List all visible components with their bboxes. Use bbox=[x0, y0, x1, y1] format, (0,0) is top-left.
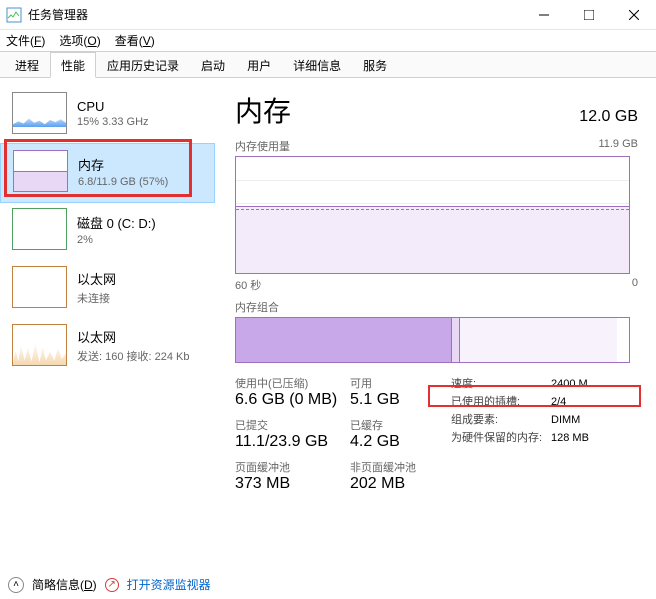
cpu-thumb-icon bbox=[12, 92, 67, 134]
speed-value: 2400 M… bbox=[551, 375, 599, 393]
memory-composition-chart[interactable] bbox=[235, 317, 630, 363]
sidebar-item-disk0[interactable]: 磁盘 0 (C: D:)2% bbox=[0, 202, 215, 260]
window-title: 任务管理器 bbox=[28, 6, 521, 23]
tab-users[interactable]: 用户 bbox=[236, 52, 282, 77]
tab-processes[interactable]: 进程 bbox=[4, 52, 50, 77]
sidebar: CPU15% 3.33 GHz 内存6.8/11.9 GB (57%) 磁盘 0… bbox=[0, 78, 215, 568]
composition-label: 内存组合 bbox=[235, 299, 638, 315]
memory-total: 12.0 GB bbox=[579, 108, 638, 126]
paged-pool-label: 页面缓冲池 bbox=[235, 459, 350, 475]
titlebar: 任务管理器 bbox=[0, 0, 656, 30]
fewer-details-link[interactable]: 简略信息(D) bbox=[32, 576, 97, 593]
in-use-label: 使用中(已压缩) bbox=[235, 375, 350, 391]
form-factor-value: DIMM bbox=[551, 411, 580, 429]
sidebar-item-cpu[interactable]: CPU15% 3.33 GHz bbox=[0, 86, 215, 144]
chevron-up-icon[interactable]: ˄ bbox=[8, 577, 24, 593]
ethernet-thumb-icon bbox=[12, 324, 67, 366]
tab-startup[interactable]: 启动 bbox=[190, 52, 236, 77]
content: CPU15% 3.33 GHz 内存6.8/11.9 GB (57%) 磁盘 0… bbox=[0, 78, 656, 568]
menubar: 文件(F) 选项(O) 查看(V) bbox=[0, 30, 656, 52]
available-label: 可用 bbox=[350, 375, 445, 391]
committed-label: 已提交 bbox=[235, 417, 350, 433]
sidebar-item-ethernet-1[interactable]: 以太网未连接 bbox=[0, 260, 215, 318]
slots-value: 2/4 bbox=[551, 393, 566, 411]
available-value: 5.1 GB bbox=[350, 391, 445, 409]
sidebar-item-ethernet-2[interactable]: 以太网发送: 160 接收: 224 Kb bbox=[0, 318, 215, 376]
tabs: 进程 性能 应用历史记录 启动 用户 详细信息 服务 bbox=[0, 52, 656, 78]
speed-label: 速度: bbox=[451, 375, 551, 393]
slots-label: 已使用的插槽: bbox=[451, 393, 551, 411]
nonpaged-pool-label: 非页面缓冲池 bbox=[350, 459, 445, 475]
cached-label: 已缓存 bbox=[350, 417, 445, 433]
in-use-value: 6.6 GB (0 MB) bbox=[235, 391, 350, 409]
paged-pool-value: 373 MB bbox=[235, 475, 350, 493]
page-title: 内存 bbox=[235, 90, 291, 130]
nonpaged-pool-value: 202 MB bbox=[350, 475, 445, 493]
menu-options[interactable]: 选项(O) bbox=[59, 32, 100, 49]
resource-monitor-icon: ↗ bbox=[105, 578, 119, 592]
menu-file[interactable]: 文件(F) bbox=[6, 32, 45, 49]
cached-value: 4.2 GB bbox=[350, 433, 445, 451]
memory-thumb-icon bbox=[13, 150, 68, 192]
committed-value: 11.1/23.9 GB bbox=[235, 433, 350, 451]
usage-chart-label: 内存使用量 bbox=[235, 138, 290, 154]
tab-performance[interactable]: 性能 bbox=[50, 52, 96, 78]
maximize-button[interactable] bbox=[566, 1, 611, 29]
main-panel: 内存 12.0 GB 内存使用量 11.9 GB 60 秒 0 内存组合 使用中… bbox=[215, 78, 656, 568]
app-icon bbox=[6, 7, 22, 23]
chart-x-right: 0 bbox=[632, 277, 638, 293]
hw-reserved-label: 为硬件保留的内存: bbox=[451, 429, 551, 447]
memory-usage-chart[interactable] bbox=[235, 156, 630, 274]
close-button[interactable] bbox=[611, 1, 656, 29]
minimize-button[interactable] bbox=[521, 1, 566, 29]
specs-list: 速度:2400 M… 已使用的插槽:2/4 组成要素:DIMM 为硬件保留的内存… bbox=[451, 375, 599, 499]
tab-services[interactable]: 服务 bbox=[352, 52, 398, 77]
sidebar-item-memory[interactable]: 内存6.8/11.9 GB (57%) bbox=[0, 143, 215, 203]
menu-view[interactable]: 查看(V) bbox=[115, 32, 155, 49]
open-resource-monitor-link[interactable]: 打开资源监视器 bbox=[127, 576, 211, 593]
tab-details[interactable]: 详细信息 bbox=[282, 52, 352, 77]
footer: ˄ 简略信息(D) ↗ 打开资源监视器 bbox=[8, 576, 211, 593]
chart-x-left: 60 秒 bbox=[235, 277, 261, 293]
window-controls bbox=[521, 1, 656, 29]
usage-chart-max: 11.9 GB bbox=[598, 138, 638, 154]
form-factor-label: 组成要素: bbox=[451, 411, 551, 429]
metrics-grid: 使用中(已压缩)6.6 GB (0 MB) 可用5.1 GB 已提交11.1/2… bbox=[235, 375, 445, 499]
hw-reserved-value: 128 MB bbox=[551, 429, 589, 447]
ethernet-thumb-icon bbox=[12, 266, 67, 308]
disk-thumb-icon bbox=[12, 208, 67, 250]
tab-app-history[interactable]: 应用历史记录 bbox=[96, 52, 190, 77]
